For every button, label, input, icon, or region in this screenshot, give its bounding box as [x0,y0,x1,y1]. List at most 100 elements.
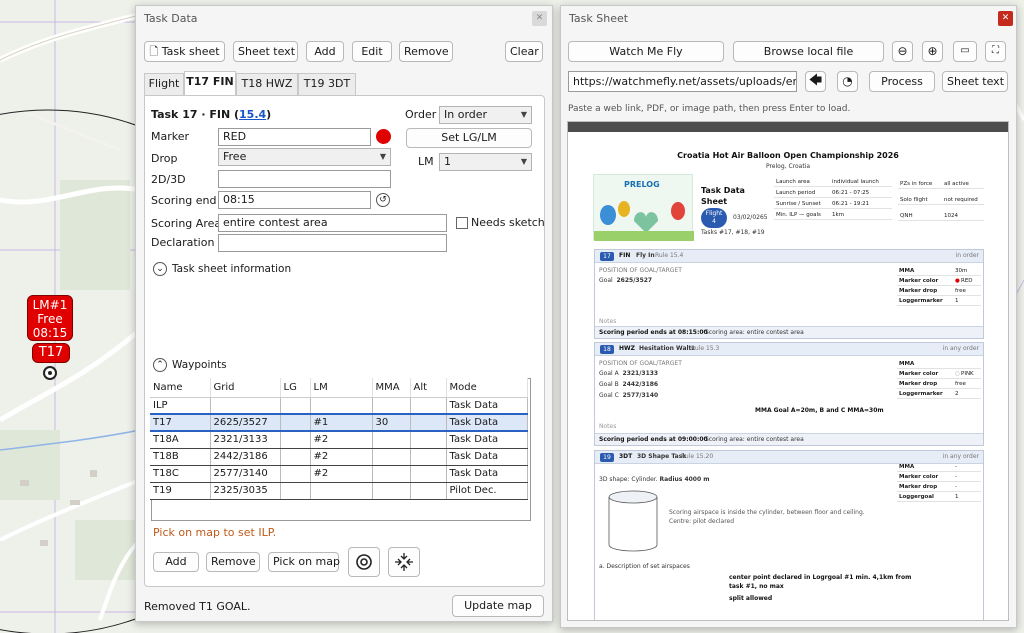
marker-label: Marker [151,130,190,143]
tab-t19-3dt[interactable]: T19 3DT [298,73,356,95]
task-sheet-titlebar[interactable]: Task Sheet ✕ [561,6,1016,32]
marker-lm-label: LM#1 [32,298,68,312]
landmark-marker-lm1[interactable]: LM#1 Free 08:15 [27,295,73,341]
col-grid[interactable]: Grid [210,378,281,398]
sheet-title-1: Task Data [701,186,745,195]
task-sheet-preview[interactable]: Croatia Hot Air Balloon Open Championshi… [567,121,1009,621]
col-mode[interactable]: Mode [446,378,528,398]
marker-time-label: 08:15 [32,326,68,340]
waypoint-add-button[interactable]: Add [153,552,199,572]
task-panel: Task 17 · FIN (15.4) Order In order ▼ Mar… [144,95,545,587]
task-data-titlebar[interactable]: Task Data ✕ [136,6,552,32]
order-select[interactable]: In order ▼ [439,106,532,124]
cylinder-diagram [608,490,658,552]
target-icon[interactable] [348,547,380,577]
scoring-end-field[interactable]: 08:15 [218,191,371,209]
remove-task-button[interactable]: Remove [399,41,453,62]
chevron-up-icon[interactable]: ⌃ [153,358,167,372]
doc-location: Prelog, Croatia [765,163,811,170]
pick-on-map-button[interactable]: Pick on map [268,552,340,572]
center-move-icon[interactable] [388,547,420,577]
task-sheet-button[interactable]: 🗋 Task sheet [144,41,225,62]
tab-t18-hwz[interactable]: T18 HWZ [236,73,298,95]
chevron-down-icon: ▼ [379,152,386,161]
waypoints-toggle[interactable]: Waypoints [172,358,227,372]
fit-page-icon[interactable]: ⛶ [985,41,1006,62]
table-row[interactable]: ILP Task Data [150,397,528,415]
col-alt[interactable]: Alt [410,378,447,398]
tasks-line: Tasks #17, #18, #19 [701,229,765,236]
order-label: Order [405,108,437,121]
dimension-label: 2D/3D [151,173,186,186]
scoring-end-label: Scoring end [151,194,217,207]
clear-button[interactable]: Clear [505,41,543,62]
ilp-hint: Pick on map to set ILP. [153,526,277,539]
lm-select[interactable]: 1 ▼ [439,153,532,171]
event-logo: PRELOG [593,174,694,241]
waypoint-remove-button[interactable]: Remove [206,552,260,572]
marker-field[interactable]: RED [218,128,371,146]
clock-reset-icon[interactable]: ↺ [376,193,390,207]
window-title: Task Data [144,12,198,25]
table-header-row: Name Grid LG LM MMA Alt Mode [150,378,528,398]
declaration-label: Declaration [151,236,215,249]
table-row[interactable]: T18C 2577/3140 #2 Task Data [150,465,528,483]
rule-link[interactable]: 15.4 [239,108,266,121]
table-row-selected[interactable]: T17 2625/3527 #1 30 Task Data [150,413,528,432]
close-icon[interactable]: ✕ [998,11,1013,26]
scoring-area-field[interactable]: entire contest area [218,214,447,232]
close-icon[interactable]: ✕ [532,11,547,26]
col-name[interactable]: Name [150,378,211,398]
tab-t17-fin[interactable]: T17 FIN [184,71,236,95]
flight-badge: Flight 4 [701,208,727,228]
needs-sketch-checkbox[interactable] [456,217,468,229]
col-mma[interactable]: MMA [372,378,411,398]
history-icon[interactable]: ◔ [837,71,858,92]
status-text: Removed T1 GOAL. [144,600,251,613]
col-lm[interactable]: LM [310,378,373,398]
needs-sketch-label: Needs sketch [471,216,545,229]
process-button[interactable]: Process [869,71,935,92]
zoom-in-icon[interactable]: ⊕ [922,41,943,62]
set-lg-lm-button[interactable]: Set LG/LM [406,128,532,148]
doc-section-task17: 17 FIN Fly In Rule 15.4 in order POSITIO… [594,249,984,339]
col-lg[interactable]: LG [280,378,311,398]
declaration-field[interactable] [218,234,447,252]
waypoints-table: Name Grid LG LM MMA Alt Mode ILP Task Dat… [150,378,528,500]
window-title: Task Sheet [569,12,629,25]
fit-width-icon[interactable]: ▭ [953,41,977,62]
task-sheet-info-toggle[interactable]: Task sheet information [172,262,291,276]
drop-label: Drop [151,152,178,165]
table-row[interactable]: T18A 2321/3133 #2 Task Data [150,431,528,449]
sheet-text-button[interactable]: Sheet text [233,41,298,62]
doc-toolbar-strip [568,122,1008,132]
load-hint: Paste a web link, PDF, or image path, th… [568,104,851,114]
dimension-field[interactable] [218,170,391,188]
drop-select[interactable]: Free ▼ [218,148,391,166]
add-task-button[interactable]: Add [306,41,344,62]
edit-task-button[interactable]: Edit [352,41,392,62]
marker-color-swatch[interactable] [376,129,391,144]
zoom-out-icon[interactable]: ⊖ [892,41,913,62]
lm-label: LM [418,155,434,168]
document-icon: 🗋 [149,45,159,58]
sheet-title-2: Sheet [701,197,728,206]
update-map-button[interactable]: Update map [452,595,544,617]
watch-me-fly-button[interactable]: Watch Me Fly [568,41,724,62]
task-heading: Task 17 · FIN (15.4) [151,108,272,121]
browse-local-file-button[interactable]: Browse local file [733,41,884,62]
tab-flight[interactable]: Flight [144,73,184,95]
chevron-down-icon[interactable]: ⌄ [153,262,167,276]
task-marker-t17[interactable]: T17 [32,343,70,363]
goal-target-icon[interactable] [43,366,57,380]
url-input[interactable]: https://watchmefly.net/assets/uploads/en… [568,71,797,92]
flight-date: 03/02/0265 [733,214,768,221]
doc-section-task18: 18 HWZ Hesitation Waltz Rule 15.3 in any… [594,342,984,446]
table-row[interactable]: T18B 2442/3186 #2 Task Data [150,448,528,466]
sheet-text-button[interactable]: Sheet text [942,71,1008,92]
table-row[interactable]: T19 2325/3035 Pilot Dec. [150,482,528,500]
chevron-down-icon: ▼ [520,157,527,166]
doc-title: Croatia Hot Air Balloon Open Championshi… [677,151,899,160]
chevron-down-icon: ▼ [520,110,527,119]
back-arrow-icon[interactable]: 🡄 [805,71,826,92]
